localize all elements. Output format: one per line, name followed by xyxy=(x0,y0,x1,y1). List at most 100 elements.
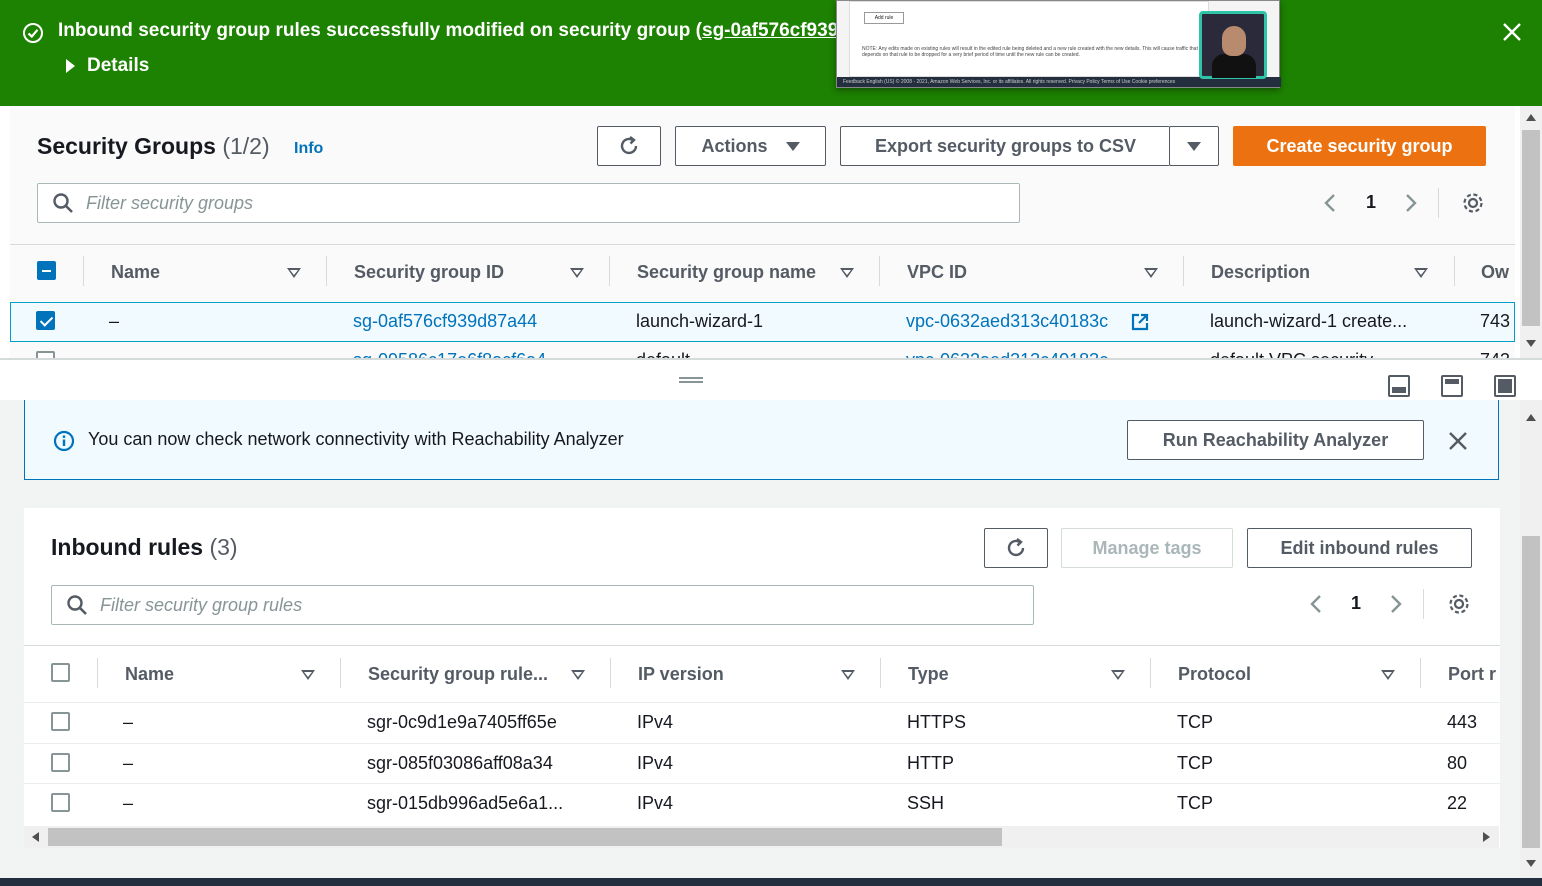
row-checkbox[interactable] xyxy=(36,311,55,330)
cell-vpc-link[interactable]: vpc-0632aed313c40183c xyxy=(906,350,1108,358)
info-link[interactable]: Info xyxy=(294,140,323,158)
col-header-type[interactable]: Type xyxy=(908,664,949,685)
sort-icon[interactable] xyxy=(840,268,854,278)
cell-rule-id: sgr-085f03086aff08a34 xyxy=(367,753,553,773)
cell-name: – xyxy=(109,311,120,331)
col-divider xyxy=(610,658,611,688)
col-header-vpc[interactable]: VPC ID xyxy=(907,262,967,283)
export-csv-button[interactable]: Export security groups to CSV xyxy=(840,126,1170,166)
sort-icon[interactable] xyxy=(301,670,315,680)
chevron-left-icon[interactable] xyxy=(1308,593,1324,615)
export-label: Export security groups to CSV xyxy=(874,135,1137,156)
cell-protocol: TCP xyxy=(1177,753,1213,773)
layout-split-icon[interactable] xyxy=(1441,375,1463,397)
col-header-sg-id[interactable]: Security group ID xyxy=(354,262,504,283)
cell-name: – xyxy=(123,793,134,813)
bottom-scrollbar[interactable] xyxy=(1520,400,1542,878)
scroll-up-icon[interactable] xyxy=(1526,414,1536,421)
horizontal-scrollbar[interactable] xyxy=(24,826,1499,848)
sort-icon[interactable] xyxy=(1414,268,1428,278)
top-scrollbar[interactable] xyxy=(1520,106,1542,358)
col-divider xyxy=(97,658,98,688)
scroll-right-icon[interactable] xyxy=(1483,832,1490,842)
export-dropdown-toggle[interactable] xyxy=(1169,126,1219,166)
caret-right-icon xyxy=(66,59,75,73)
sort-icon[interactable] xyxy=(571,670,585,680)
sort-icon[interactable] xyxy=(1111,670,1125,680)
gear-icon[interactable] xyxy=(1461,191,1485,215)
cell-rule-id: sgr-0c9d1e9a7405ff65e xyxy=(367,712,557,732)
row-checkbox[interactable] xyxy=(51,712,70,731)
scrollbar-thumb[interactable] xyxy=(1522,130,1540,326)
search-input[interactable] xyxy=(100,594,983,616)
create-security-group-button[interactable]: Create security group xyxy=(1233,126,1486,166)
row-checkbox[interactable] xyxy=(51,793,70,812)
refresh-button[interactable] xyxy=(597,126,661,166)
scroll-left-icon[interactable] xyxy=(32,832,39,842)
sort-icon[interactable] xyxy=(287,268,301,278)
run-reachability-button[interactable]: Run Reachability Analyzer xyxy=(1127,420,1424,460)
cell-type: HTTPS xyxy=(907,712,967,732)
scrollbar-thumb[interactable] xyxy=(48,828,1002,846)
sort-icon[interactable] xyxy=(1144,268,1158,278)
sort-icon[interactable] xyxy=(570,268,584,278)
close-icon[interactable] xyxy=(1448,431,1468,451)
chevron-left-icon[interactable] xyxy=(1322,192,1338,214)
cell-port: 80 xyxy=(1447,753,1468,773)
flash-sg-link[interactable]: sg-0af576cf939d xyxy=(702,20,850,41)
col-header-description[interactable]: Description xyxy=(1211,262,1310,283)
page-number[interactable]: 1 xyxy=(1366,192,1376,213)
cell-protocol: TCP xyxy=(1177,793,1213,813)
flash-details-toggle[interactable]: Details xyxy=(66,55,149,77)
chevron-right-icon[interactable] xyxy=(1388,593,1404,615)
refresh-button[interactable] xyxy=(984,528,1048,568)
col-header-name[interactable]: Name xyxy=(125,664,174,685)
gear-icon[interactable] xyxy=(1447,592,1471,616)
cell-owner: 743 xyxy=(1480,350,1510,358)
cell-vpc-link[interactable]: vpc-0632aed313c40183c xyxy=(906,311,1108,332)
actions-dropdown[interactable]: Actions xyxy=(675,126,826,166)
select-all-checkbox[interactable] xyxy=(37,261,56,280)
scroll-down-icon[interactable] xyxy=(1526,340,1536,347)
chevron-right-icon[interactable] xyxy=(1403,192,1419,214)
search-input[interactable] xyxy=(86,192,969,214)
cell-type: SSH xyxy=(907,793,945,813)
table-row-clipped[interactable]: sg-09586c17e6f8acf6a4 default vpc-0632ae… xyxy=(10,342,1515,358)
refresh-icon xyxy=(1007,538,1025,557)
console-footer-bar xyxy=(0,878,1542,886)
screen-preview-thumbnail: Add rule NOTE: Any edits made on existin… xyxy=(836,0,1281,88)
filter-rules[interactable] xyxy=(51,585,1034,625)
cell-ip-version: IPv4 xyxy=(637,753,674,773)
col-header-sg-name[interactable]: Security group name xyxy=(637,262,816,283)
col-header-ip-version[interactable]: IP version xyxy=(638,664,724,685)
col-header-protocol[interactable]: Protocol xyxy=(1178,664,1251,685)
filter-security-groups[interactable] xyxy=(37,183,1020,223)
col-header-owner[interactable]: Ow xyxy=(1481,262,1509,283)
close-icon[interactable] xyxy=(1500,20,1524,44)
col-header-name[interactable]: Name xyxy=(111,262,160,283)
row-checkbox[interactable] xyxy=(36,351,55,358)
col-header-port[interactable]: Port r xyxy=(1448,664,1496,685)
layout-full-icon[interactable] xyxy=(1494,375,1516,397)
cell-description: default VPC security... xyxy=(1210,350,1387,358)
external-link-icon[interactable] xyxy=(1130,312,1150,332)
cell-sg-id-link[interactable]: sg-09586c17e6f8acf6a4 xyxy=(353,350,546,358)
cell-name: – xyxy=(123,753,134,773)
sort-icon[interactable] xyxy=(841,670,855,680)
split-divider[interactable] xyxy=(0,358,1542,360)
scrollbar-thumb[interactable] xyxy=(1522,536,1540,848)
scroll-up-icon[interactable] xyxy=(1526,114,1536,121)
edit-inbound-rules-button[interactable]: Edit inbound rules xyxy=(1247,528,1472,568)
select-all-checkbox[interactable] xyxy=(51,663,70,682)
col-header-rule-id[interactable]: Security group rule... xyxy=(368,664,548,685)
manage-tags-button[interactable]: Manage tags xyxy=(1061,528,1233,568)
cell-owner: 743 xyxy=(1480,311,1511,331)
cell-sg-id-link[interactable]: sg-0af576cf939d87a44 xyxy=(353,311,537,332)
sort-icon[interactable] xyxy=(1381,670,1395,680)
row-checkbox[interactable] xyxy=(51,753,70,772)
row-divider xyxy=(24,743,1500,744)
drag-handle-icon[interactable] xyxy=(679,377,703,383)
layout-bottom-icon[interactable] xyxy=(1388,375,1410,397)
scroll-down-icon[interactable] xyxy=(1526,860,1536,867)
page-number[interactable]: 1 xyxy=(1351,593,1361,614)
